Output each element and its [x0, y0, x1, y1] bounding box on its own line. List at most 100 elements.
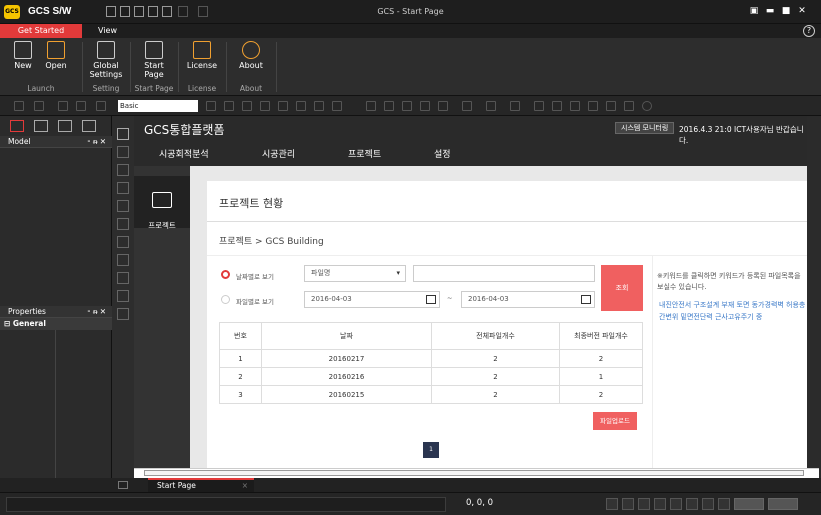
calendar-icon[interactable] — [581, 295, 591, 304]
display-select[interactable] — [768, 498, 798, 510]
search-button[interactable]: 조회 — [601, 265, 643, 311]
view-icon[interactable] — [117, 254, 129, 266]
table-row[interactable]: 3 20160215 2 2 — [219, 385, 643, 404]
move-icon[interactable] — [117, 236, 129, 248]
start-page-button[interactable]: Start Page — [134, 41, 174, 79]
output-icon[interactable] — [118, 481, 128, 489]
restore-icon[interactable]: ▣ — [748, 5, 760, 17]
about-button[interactable]: About — [231, 41, 271, 70]
tool-icon[interactable] — [438, 101, 448, 111]
view-icon[interactable] — [117, 272, 129, 284]
global-settings-button[interactable]: Global Settings — [86, 41, 126, 79]
lock-icon[interactable] — [14, 101, 24, 111]
radio-by-keyword[interactable] — [221, 270, 230, 279]
open-button[interactable]: Open — [36, 41, 76, 70]
tool-icon[interactable] — [242, 101, 252, 111]
tool-icon[interactable] — [486, 101, 496, 111]
tool-icon[interactable] — [206, 101, 216, 111]
view-icon[interactable] — [117, 200, 129, 212]
snap-icon[interactable] — [670, 498, 682, 510]
tool-icon[interactable] — [510, 101, 520, 111]
style-combo[interactable]: Basic — [118, 100, 198, 112]
view-icon[interactable] — [117, 290, 129, 302]
keyword-list[interactable]: 내진안전서 구조설계 부재 토면 동가경력벽 허용충간변위 밑면전단력 근사고유… — [659, 299, 807, 323]
license-button[interactable]: License — [182, 41, 222, 70]
panel-pin-close-icon[interactable]: ⁃ ᵰ ✕ — [87, 136, 106, 148]
nav-construction[interactable]: 시공관리 — [262, 147, 295, 160]
snap-icon[interactable] — [654, 498, 666, 510]
tool-icon[interactable] — [420, 101, 430, 111]
nav-analysis[interactable]: 시공회적분석 — [159, 147, 209, 160]
table-row[interactable]: 2 20160216 2 1 — [219, 367, 643, 386]
tool-icon[interactable] — [570, 101, 580, 111]
help-icon[interactable]: ? — [803, 25, 815, 37]
view-icon[interactable] — [117, 146, 129, 158]
property-category-general[interactable]: ⊟ General — [0, 318, 112, 330]
panel-tab-icon[interactable] — [34, 120, 48, 132]
tab-start-page[interactable]: Start Page × — [148, 478, 254, 492]
tool-icon[interactable] — [588, 101, 598, 111]
command-input[interactable] — [6, 497, 446, 512]
close-icon[interactable]: ✕ — [796, 5, 808, 17]
tool-icon[interactable] — [366, 101, 376, 111]
tool-icon[interactable] — [384, 101, 394, 111]
refresh-icon[interactable] — [642, 101, 652, 111]
tab-view[interactable]: View — [98, 24, 117, 38]
snap-icon[interactable] — [638, 498, 650, 510]
minimize-icon[interactable]: ▬ — [764, 5, 776, 17]
view-icon[interactable] — [117, 218, 129, 230]
tool-icon[interactable] — [534, 101, 544, 111]
file-upload-button[interactable]: 파일업로드 — [593, 412, 637, 430]
snap-icon[interactable] — [686, 498, 698, 510]
tool-icon[interactable] — [402, 101, 412, 111]
tool-icon[interactable] — [552, 101, 562, 111]
system-monitor-button[interactable]: 시스템 모니터링 — [615, 122, 675, 134]
sidebar-item-project[interactable]: 프로젝트 — [134, 176, 190, 230]
horizontal-scrollbar[interactable] — [134, 468, 819, 478]
close-icon[interactable]: × — [242, 480, 248, 492]
view-icon[interactable] — [117, 308, 129, 320]
snap-icon[interactable] — [702, 498, 714, 510]
tool-icon[interactable] — [624, 101, 634, 111]
calendar-icon[interactable] — [426, 295, 436, 304]
view-icon[interactable] — [117, 164, 129, 176]
tool-icon[interactable] — [278, 101, 288, 111]
panel-tab-icon[interactable] — [82, 120, 96, 132]
tool-icon[interactable] — [296, 101, 306, 111]
tool-icon[interactable] — [314, 101, 324, 111]
panel-tab-icon[interactable] — [10, 120, 24, 132]
tool-icon[interactable] — [606, 101, 616, 111]
panel-pin-close-icon[interactable]: ⁃ ᵰ ✕ — [87, 306, 106, 318]
radio-by-file[interactable] — [221, 295, 230, 304]
nav-settings[interactable]: 설정 — [434, 147, 451, 160]
view-icon[interactable] — [117, 128, 129, 140]
tool-icon[interactable] — [58, 101, 68, 111]
scroll-thumb[interactable] — [144, 470, 804, 476]
snap-icon[interactable] — [606, 498, 618, 510]
snap-icon[interactable] — [622, 498, 634, 510]
panel-tab-icon[interactable] — [58, 120, 72, 132]
tool-icon[interactable] — [260, 101, 270, 111]
global-settings-label: Global Settings — [89, 61, 123, 79]
file-select[interactable]: 파일명 ▾ — [304, 265, 406, 282]
tool-icon[interactable] — [224, 101, 234, 111]
vertical-scrollbar[interactable] — [807, 116, 819, 468]
display-select[interactable] — [734, 498, 764, 510]
date-to-input[interactable]: 2016-04-03 — [461, 291, 595, 308]
keyword-input[interactable] — [413, 265, 595, 282]
date-from-input[interactable]: 2016-04-03 — [304, 291, 440, 308]
table-cell: 2 — [431, 385, 560, 404]
tool-icon[interactable] — [332, 101, 342, 111]
snap-icon[interactable] — [718, 498, 730, 510]
unlock-icon[interactable] — [34, 101, 44, 111]
pagination-page[interactable]: 1 — [423, 442, 439, 458]
view-icon[interactable] — [117, 182, 129, 194]
ribbon: New Open Launch Global Settings Setting … — [0, 38, 821, 96]
table-row[interactable]: 1 20160217 2 2 — [219, 349, 643, 368]
nav-project[interactable]: 프로젝트 — [348, 147, 381, 160]
tool-icon[interactable] — [76, 101, 86, 111]
maximize-icon[interactable]: ■ — [780, 5, 792, 17]
tool-icon[interactable] — [462, 101, 472, 111]
tool-icon[interactable] — [96, 101, 106, 111]
tab-get-started[interactable]: Get Started — [0, 24, 82, 38]
